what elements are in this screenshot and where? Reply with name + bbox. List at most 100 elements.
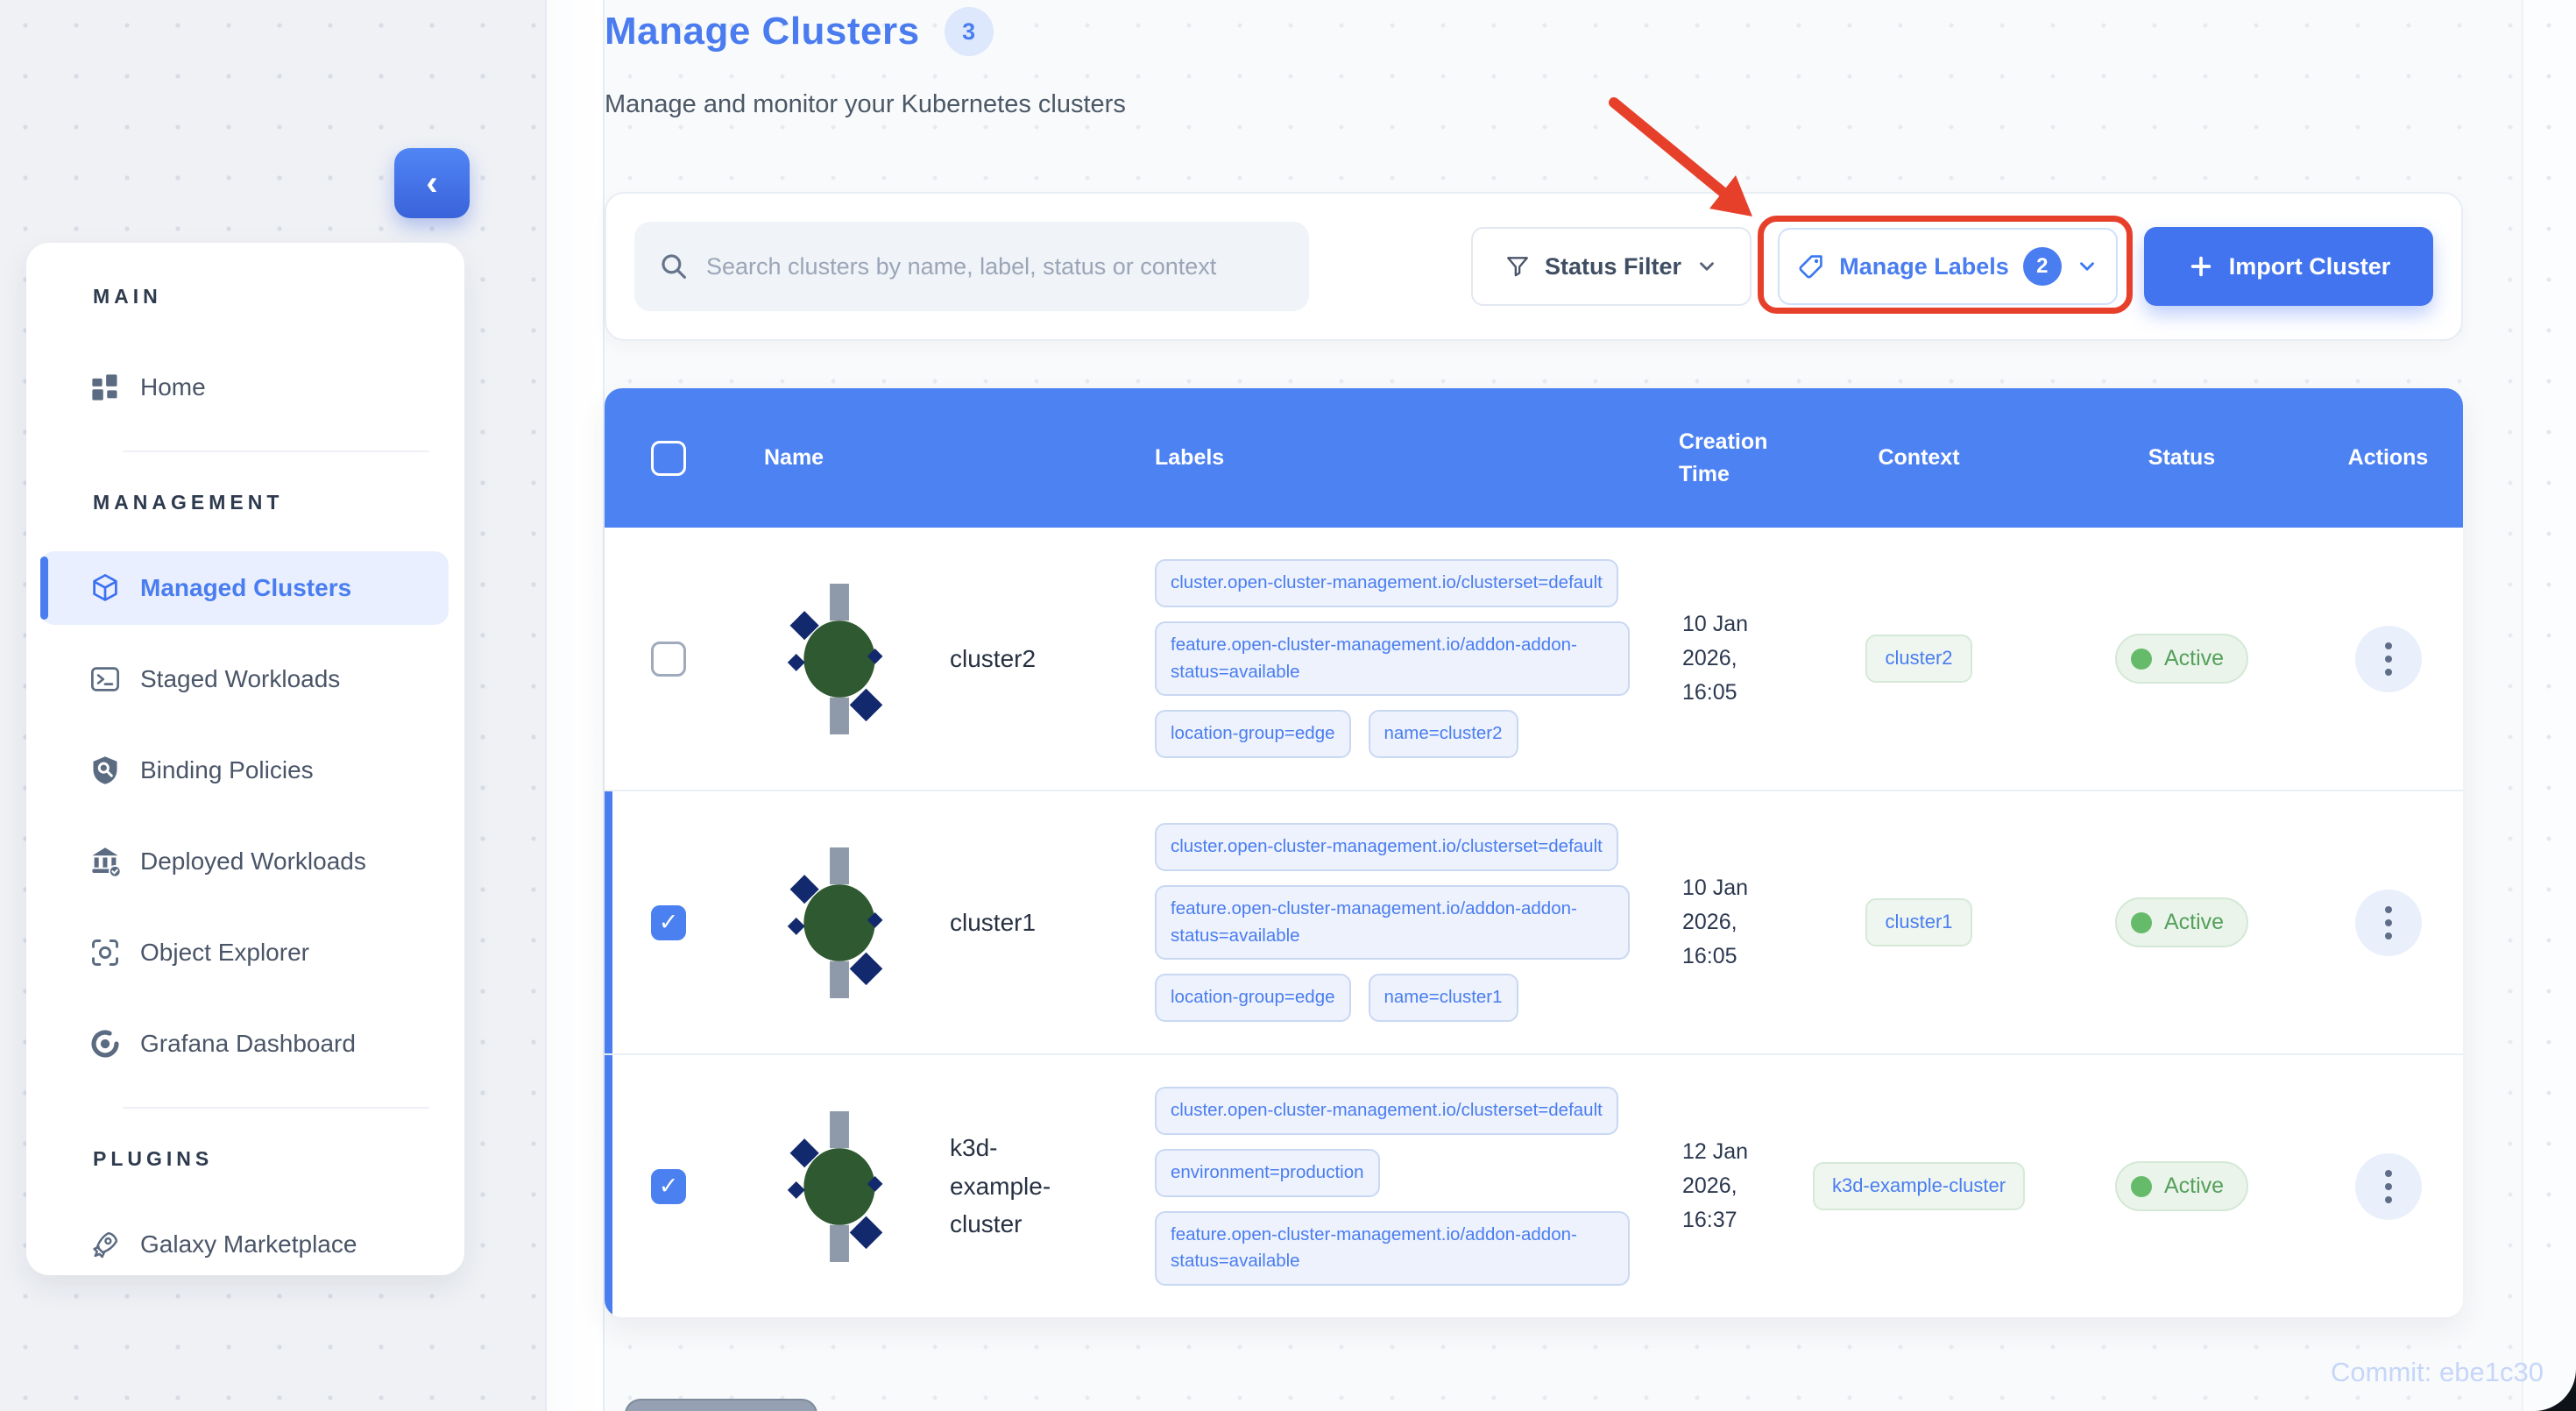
label-chip: location-group=edge	[1155, 974, 1351, 1022]
rocket-icon	[93, 1231, 118, 1259]
row-checkbox[interactable]: ✓	[651, 1168, 686, 1204]
toolbar: Status Filter Manage Labels 2 Import Clu…	[605, 192, 2463, 341]
sidebar-item-staged-workloads[interactable]: Staged Workloads	[40, 642, 449, 716]
row-checkbox[interactable]	[651, 641, 686, 677]
partial-bottom-button[interactable]	[625, 1399, 817, 1411]
sidebar-section-management: MANAGEMENT	[93, 491, 284, 514]
cluster-logo-icon	[787, 1110, 883, 1262]
status-badge: Active	[2114, 1161, 2249, 1211]
row-actions-button[interactable]	[2354, 625, 2422, 692]
sidebar-item-label: Grafana Dashboard	[140, 1030, 356, 1057]
chevron-down-icon	[1700, 262, 1714, 271]
context-chip: cluster1	[1865, 898, 1972, 947]
status-label: Active	[2163, 1173, 2225, 1198]
sidebar-item-label: Deployed Workloads	[140, 847, 366, 875]
sidebar-item-deployed-workloads[interactable]: Deployed Workloads	[40, 825, 449, 898]
select-all-checkbox[interactable]	[651, 440, 686, 476]
table-row[interactable]: ✓ k3d-example-cluster cluster.open-clust…	[605, 1053, 2463, 1317]
sidebar-collapse-button[interactable]: ‹	[394, 148, 470, 218]
sidebar-item-galaxy-marketplace[interactable]: Galaxy Marketplace	[40, 1208, 449, 1275]
label-chip: cluster.open-cluster-management.io/clust…	[1155, 559, 1618, 607]
sidebar-item-object-explorer[interactable]: Object Explorer	[40, 916, 449, 989]
context-chip: cluster2	[1865, 635, 1972, 683]
chevron-down-icon	[2079, 262, 2094, 271]
home-grid-icon	[92, 374, 117, 401]
import-cluster-label: Import Cluster	[2228, 252, 2391, 280]
column-header-labels: Labels	[1155, 445, 1225, 470]
sidebar-item-label: Object Explorer	[140, 939, 309, 966]
table-body: cluster2 cluster.open-cluster-management…	[605, 528, 2463, 1317]
terminal-icon	[91, 667, 119, 691]
sidebar-gutter	[545, 0, 603, 1411]
table-row[interactable]: ✓ cluster1 cluster.open-cluster-manageme…	[605, 790, 2463, 1053]
page-subtitle: Manage and monitor your Kubernetes clust…	[605, 90, 1126, 118]
table-row[interactable]: cluster2 cluster.open-cluster-management…	[605, 528, 2463, 790]
status-badge: Active	[2114, 897, 2249, 947]
sidebar-item-managed-clusters[interactable]: Managed Clusters	[40, 551, 449, 625]
cluster-count-badge: 3	[944, 7, 994, 56]
row-checkbox[interactable]: ✓	[651, 904, 686, 940]
cluster-logo-icon	[787, 847, 883, 998]
label-chip: location-group=edge	[1155, 710, 1351, 758]
filter-funnel-icon	[1507, 257, 1528, 277]
status-badge: Active	[2114, 634, 2249, 684]
clusters-table: Name Labels Creation Time Context Status…	[605, 388, 2463, 1317]
cube-icon	[93, 574, 117, 601]
sidebar-item-label: Home	[140, 373, 206, 401]
search-input[interactable]	[706, 252, 1267, 280]
context-chip: k3d-example-cluster	[1812, 1162, 2026, 1210]
label-chips: cluster.open-cluster-management.io/clust…	[1069, 528, 1630, 790]
sidebar-item-label: Staged Workloads	[140, 665, 341, 692]
cluster-name: k3d-example-cluster	[950, 1134, 1051, 1238]
ellipsis-icon	[2384, 905, 2392, 913]
bank-check-icon	[92, 847, 121, 877]
manage-labels-label: Manage Labels	[1839, 252, 2009, 280]
label-chip: feature.open-cluster-management.io/addon…	[1155, 1210, 1630, 1286]
sidebar-divider	[123, 450, 429, 452]
status-label: Active	[2163, 646, 2225, 670]
status-label: Active	[2163, 910, 2225, 934]
row-actions-button[interactable]	[2354, 1152, 2422, 1220]
creation-time: 10 Jan 2026, 16:05	[1682, 876, 1749, 968]
status-filter-button[interactable]: Status Filter	[1471, 227, 1752, 306]
chevron-left-icon: ‹	[426, 163, 438, 202]
ellipsis-icon	[2384, 642, 2392, 649]
column-header-context: Context	[1878, 445, 1960, 470]
label-chip: feature.open-cluster-management.io/addon…	[1155, 884, 1630, 961]
cluster-name: cluster2	[950, 644, 1037, 672]
commit-hash-label: Commit: ebe1c30	[2331, 1357, 2544, 1387]
label-chip: cluster.open-cluster-management.io/clust…	[1155, 823, 1618, 871]
table-header-row: Name Labels Creation Time Context Status…	[605, 388, 2463, 528]
sidebar-item-label: Galaxy Marketplace	[140, 1230, 357, 1258]
cluster-logo-icon	[787, 583, 883, 734]
row-actions-button[interactable]	[2354, 889, 2422, 956]
label-chip: feature.open-cluster-management.io/addon…	[1155, 620, 1630, 697]
search-box[interactable]	[634, 222, 1309, 311]
sidebar-section-plugins: PLUGINS	[93, 1147, 214, 1170]
scan-focus-icon	[92, 939, 118, 966]
sidebar-item-home[interactable]: Home	[40, 351, 449, 424]
sidebar: MAIN Home MANAGEMENT Managed Clusters St…	[26, 243, 464, 1275]
tag-icon	[1799, 255, 1822, 279]
sidebar-item-label: Managed Clusters	[140, 574, 352, 601]
status-dot-icon	[2130, 648, 2152, 670]
sidebar-item-binding-policies[interactable]: Binding Policies	[40, 734, 449, 807]
app-window: ‹ MAIN Home MANAGEMENT Managed Clusters …	[0, 0, 2576, 1411]
ellipsis-icon	[2384, 1169, 2392, 1177]
page-title: Manage Clusters	[605, 10, 920, 53]
label-chip: name=cluster1	[1368, 974, 1518, 1022]
manage-labels-button[interactable]: Manage Labels 2	[1778, 228, 2118, 305]
sidebar-item-grafana-dashboard[interactable]: Grafana Dashboard	[40, 1007, 449, 1081]
right-scroll-gutter[interactable]	[2522, 0, 2576, 1411]
column-header-status: Status	[2148, 445, 2216, 470]
import-cluster-button[interactable]: Import Cluster	[2144, 227, 2433, 306]
creation-time: 12 Jan 2026, 16:37	[1682, 1139, 1749, 1232]
manage-labels-count-badge: 2	[2022, 247, 2062, 286]
label-chips: cluster.open-cluster-management.io/clust…	[1069, 791, 1630, 1053]
label-chips: cluster.open-cluster-management.io/clust…	[1069, 1055, 1630, 1317]
column-header-name: Name	[764, 445, 824, 470]
sidebar-item-label: Binding Policies	[140, 756, 314, 783]
status-dot-icon	[2130, 911, 2152, 933]
column-header-actions: Actions	[2347, 445, 2429, 470]
status-dot-icon	[2130, 1175, 2152, 1197]
